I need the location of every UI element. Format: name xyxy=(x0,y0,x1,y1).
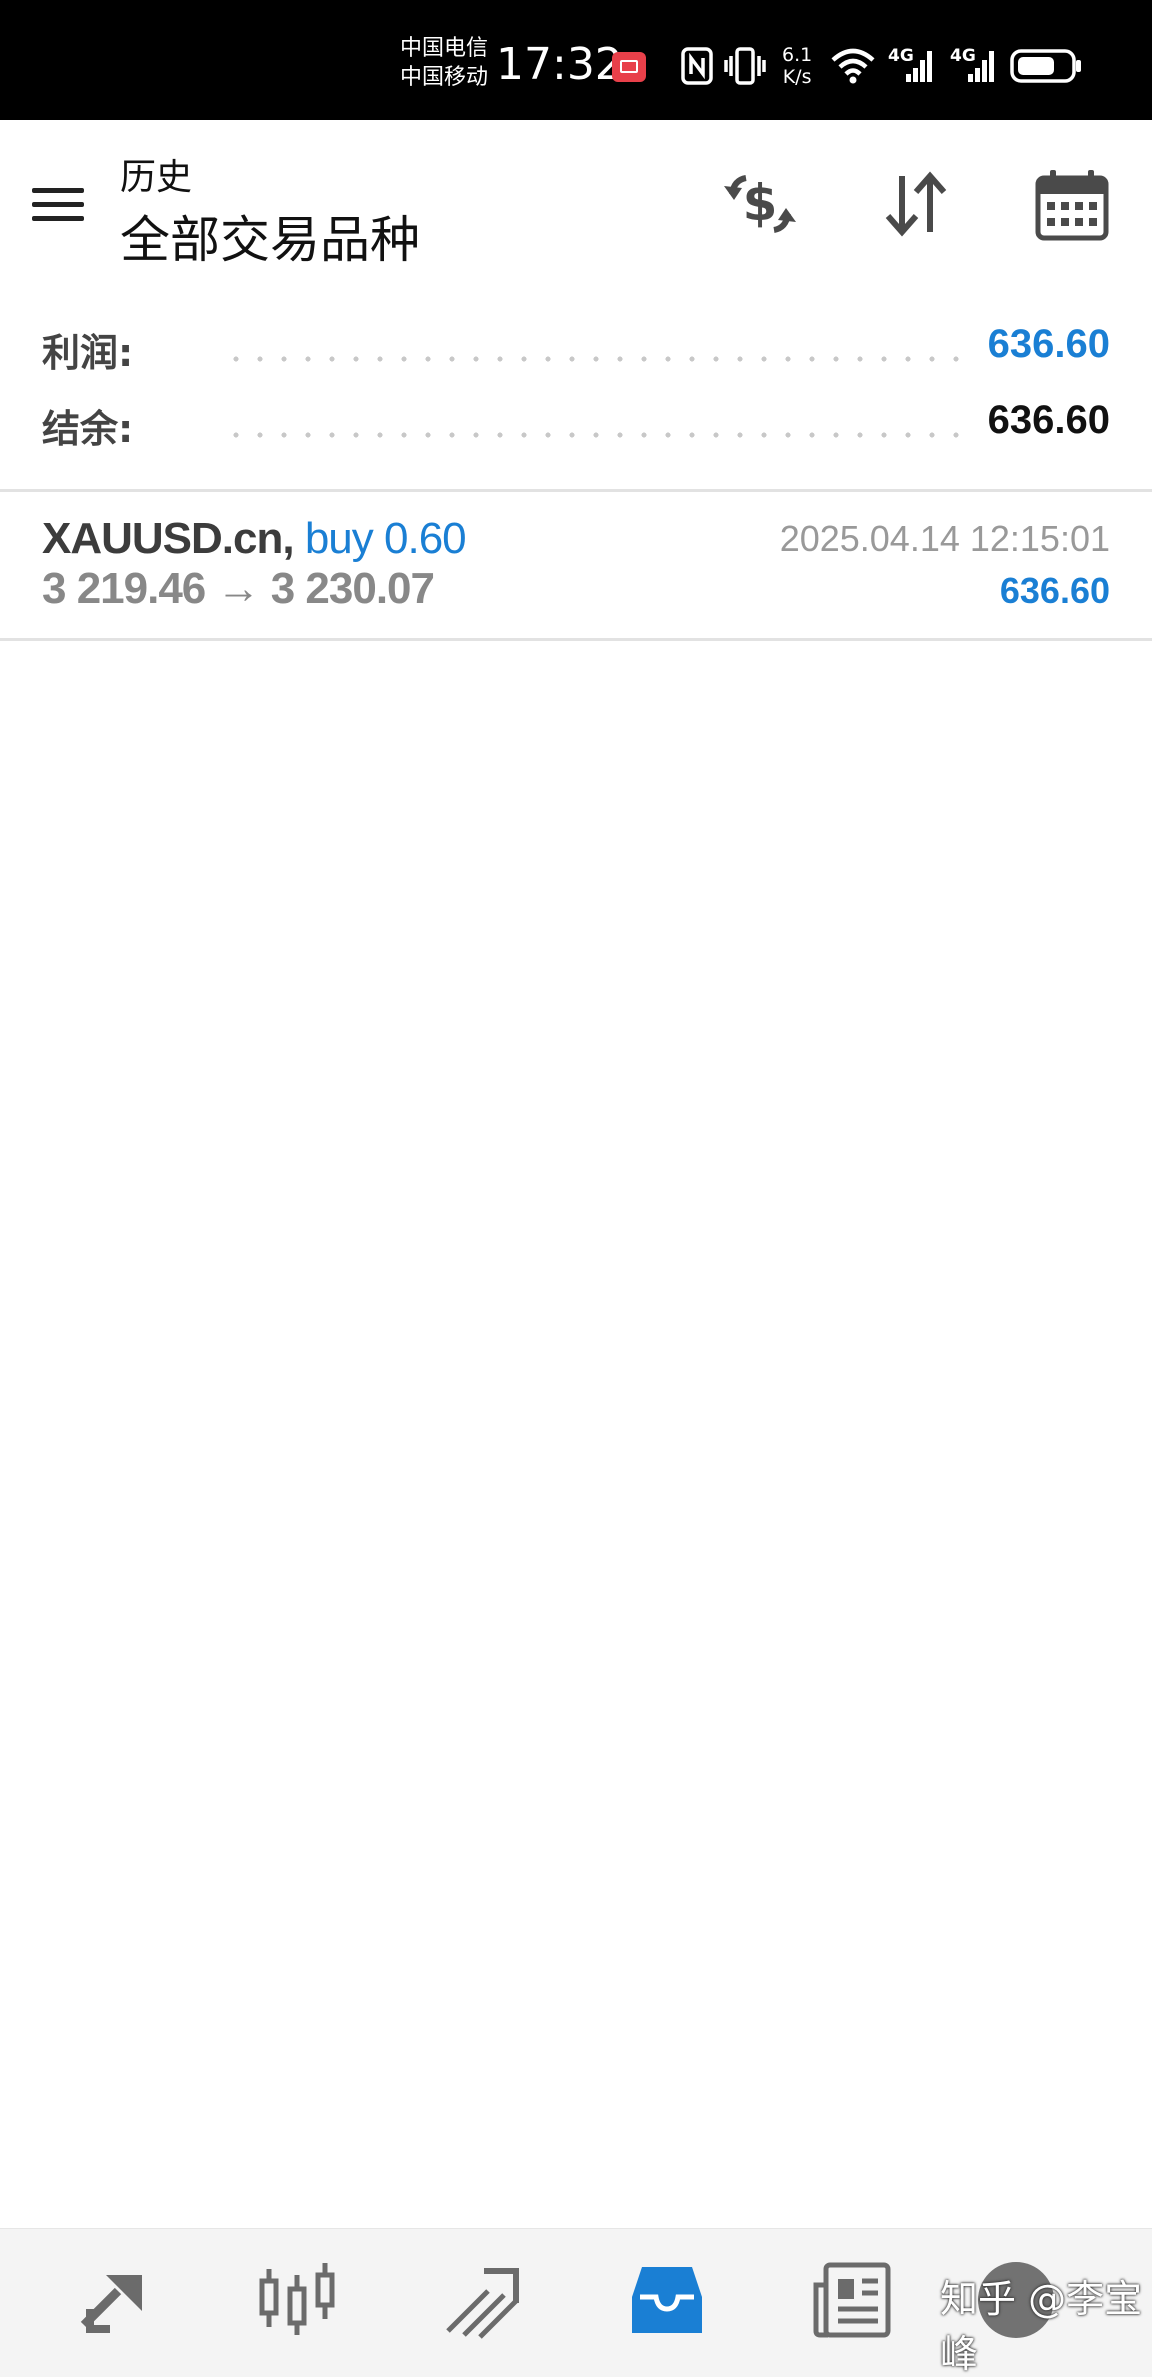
quotes-icon[interactable] xyxy=(70,2255,160,2345)
deal-symbol: XAUUSD.cn, xyxy=(42,514,295,563)
cellular-signal-1-icon xyxy=(906,51,932,82)
trade-icon[interactable] xyxy=(438,2255,528,2345)
sort-icon[interactable] xyxy=(876,164,956,244)
status-bar: 中国电信 中国移动 17:32 6.1 K/s 4G 4G xyxy=(0,0,1152,120)
profit-label: 利润: xyxy=(42,331,134,375)
profit-value: 636.60 xyxy=(987,322,1110,366)
carrier-names: 中国电信 中国移动 xyxy=(400,34,488,92)
page-section: 历史 xyxy=(120,157,193,198)
dotted-leader xyxy=(224,356,960,362)
deal-time: 2025.04.14 12:15:01 xyxy=(779,518,1110,559)
cellular-signal-2-icon xyxy=(968,51,994,82)
nfc-icon xyxy=(681,47,713,85)
clock: 17:32 xyxy=(496,39,623,90)
calendar-icon[interactable] xyxy=(1032,164,1112,244)
carrier-2: 中国移动 xyxy=(400,65,489,90)
balance-label: 结余: xyxy=(42,407,134,451)
wifi-icon xyxy=(831,48,875,84)
balance-value: 636.60 xyxy=(987,398,1110,442)
page-title[interactable]: 全部交易品种 xyxy=(120,200,420,272)
menu-button[interactable] xyxy=(28,180,88,230)
network-speed-unit: K/s xyxy=(782,66,812,88)
deal-profit: 636.60 xyxy=(999,570,1110,611)
deal-list-item[interactable]: XAUUSD.cn, buy 0.60 3 219.46 → 3 230.07 … xyxy=(0,494,1152,638)
watermark-text: 知乎 @李宝峰 xyxy=(940,2277,1143,2376)
menu-icon-bar xyxy=(32,188,84,193)
deal-symbol-line: XAUUSD.cn, buy 0.60 xyxy=(42,514,467,564)
chart-icon[interactable] xyxy=(252,2255,342,2345)
menu-icon-bar xyxy=(32,202,84,207)
history-icon[interactable] xyxy=(622,2255,712,2345)
divider xyxy=(0,489,1152,492)
balance-row: 结余: 636.60 xyxy=(42,398,1110,458)
dotted-leader xyxy=(224,432,960,438)
notification-app-icon xyxy=(612,52,646,82)
news-icon[interactable] xyxy=(808,2255,898,2345)
vibrate-icon xyxy=(724,47,766,85)
currency-exchange-icon[interactable]: $ xyxy=(720,164,800,244)
battery-icon xyxy=(1010,49,1081,83)
svg-text:$: $ xyxy=(743,174,778,232)
toolbar: 历史 全部交易品种 $ xyxy=(0,120,1152,290)
network-speed: 6.1 K/s xyxy=(782,44,812,88)
carrier-1: 中国电信 xyxy=(400,36,489,61)
profit-row: 利润: 636.60 xyxy=(42,322,1110,382)
deal-prices: 3 219.46 → 3 230.07 xyxy=(42,564,435,613)
network-speed-value: 6.1 xyxy=(782,44,813,66)
deal-side-volume: buy 0.60 xyxy=(304,514,467,563)
divider xyxy=(0,638,1152,641)
menu-icon-bar xyxy=(32,216,84,221)
